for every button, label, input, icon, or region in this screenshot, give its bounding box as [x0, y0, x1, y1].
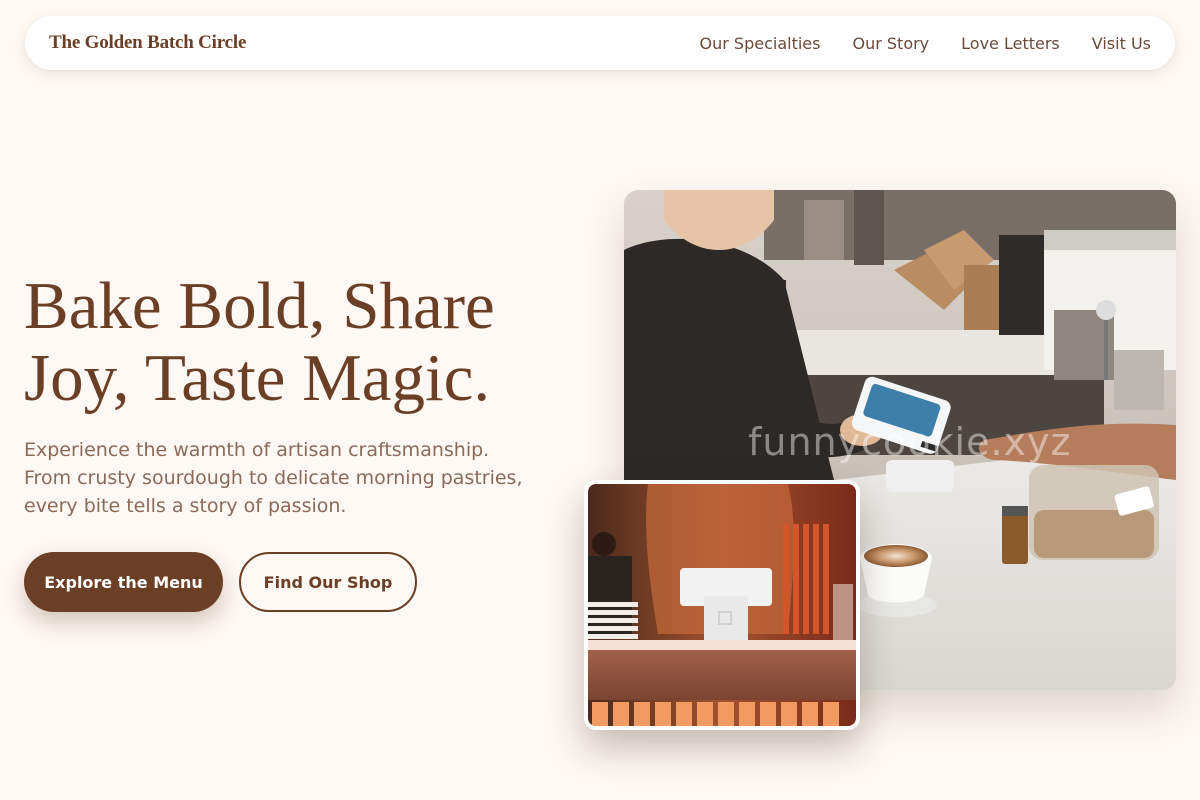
- hero-subtitle-line-1: Experience the warmth of artisan craftsm…: [24, 439, 490, 461]
- nav-link-specialties[interactable]: Our Specialties: [700, 34, 821, 53]
- hero-title: Bake Bold, Share Joy, Taste Magic.: [24, 270, 584, 414]
- nav-link-story[interactable]: Our Story: [852, 34, 929, 53]
- hero-subtitle: Experience the warmth of artisan craftsm…: [24, 436, 544, 520]
- register-counter-illustration: [588, 484, 856, 726]
- find-shop-button[interactable]: Find Our Shop: [239, 552, 417, 612]
- nav-link-visit[interactable]: Visit Us: [1092, 34, 1151, 53]
- nav-links: Our Specialties Our Story Love Letters V…: [700, 34, 1151, 53]
- brand-logo[interactable]: The Golden Batch Circle: [49, 32, 246, 54]
- hero-title-line-1: Bake Bold, Share: [24, 269, 495, 343]
- hero-subtitle-line-3: every bite tells a story of passion.: [24, 495, 347, 517]
- hero-title-line-2: Joy, Taste Magic.: [24, 341, 491, 415]
- hero-subtitle-line-2: From crusty sourdough to delicate mornin…: [24, 467, 523, 489]
- nav-link-love-letters[interactable]: Love Letters: [961, 34, 1060, 53]
- explore-menu-button[interactable]: Explore the Menu: [24, 552, 223, 612]
- top-navbar: The Golden Batch Circle Our Specialties …: [25, 16, 1175, 70]
- register-counter-photo: [584, 480, 860, 730]
